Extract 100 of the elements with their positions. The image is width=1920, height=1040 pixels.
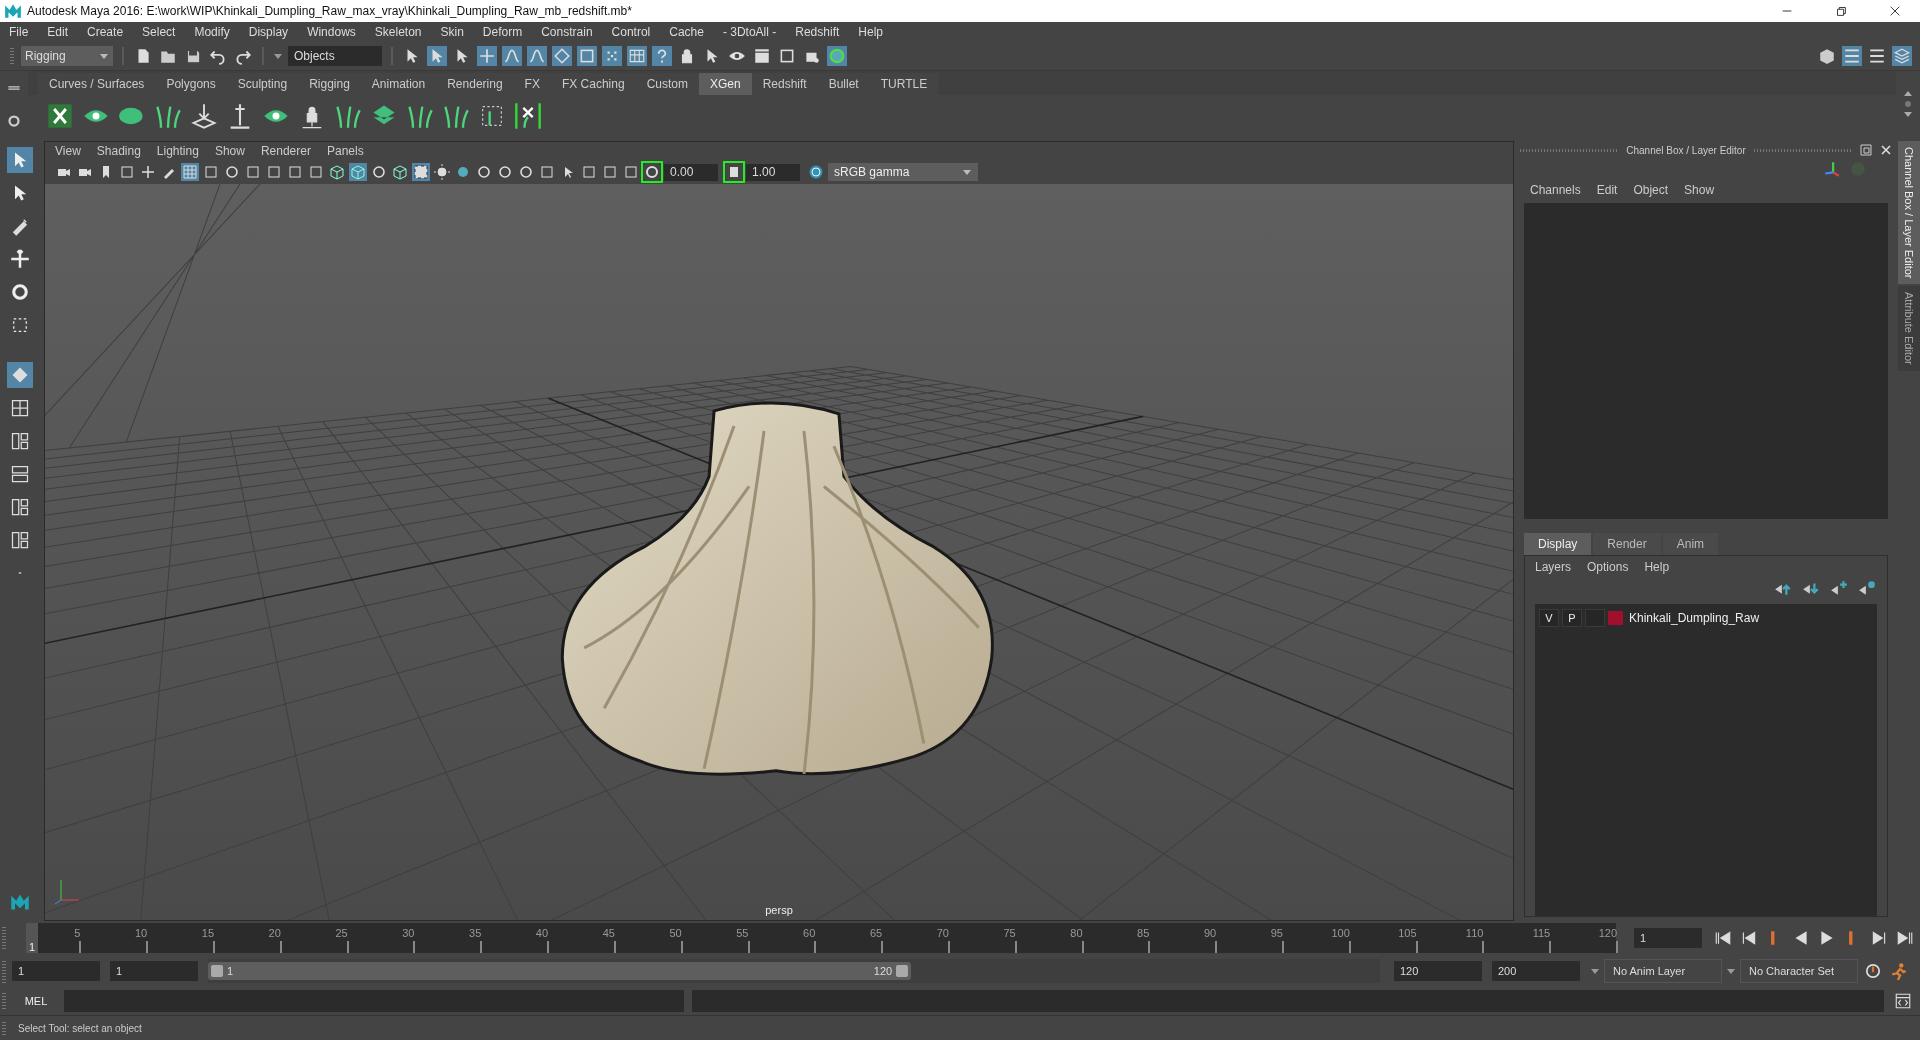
menu-item[interactable]: Cache [669,25,704,39]
caret-icon[interactable] [1726,966,1736,976]
range-slider-track[interactable]: 1 120 [208,959,1380,983]
tool-settings-icon[interactable] [1867,46,1887,66]
menu-item[interactable]: Skin [440,25,464,39]
motion-blur-icon[interactable] [496,163,514,181]
xgen-logo-icon[interactable] [46,102,74,130]
depth-of-field-icon[interactable] [538,163,556,181]
shelf-tab[interactable]: Curves / Surfaces [38,73,156,95]
shelf-tab[interactable]: Polygons [155,73,227,95]
selection-mode-field[interactable]: Objects [288,46,382,66]
shelf-tab[interactable]: Bullet [817,73,870,95]
shelf-tab[interactable]: XGen [698,73,752,95]
layer-menu-item[interactable]: Layers [1535,560,1572,574]
snap-view-icon[interactable] [552,46,572,66]
textured-icon[interactable] [370,163,388,181]
snap-point-icon[interactable] [527,46,547,66]
menu-item[interactable]: Create [87,25,124,39]
xray-active-icon[interactable] [601,163,619,181]
safe-action-icon[interactable] [286,163,304,181]
anim-layer-dropdown[interactable]: No Anim Layer [1604,959,1722,983]
viewport-menu-item[interactable]: Panels [326,144,364,158]
command-input-field[interactable] [64,990,684,1012]
menu-item[interactable]: Windows [307,25,356,39]
start-frame-field[interactable]: 1 [12,961,100,981]
command-language-label[interactable]: MEL [16,995,56,1007]
ambient-occlusion-icon[interactable] [475,163,493,181]
menu-item[interactable]: Skeleton [374,25,422,39]
shelf-tab[interactable]: FX [513,73,551,95]
layer-menu-item[interactable]: Help [1644,560,1670,574]
caret-icon[interactable] [99,51,109,61]
history-icon[interactable] [627,46,647,66]
side-tab[interactable]: Attribute Editor [1898,286,1920,372]
select-object-icon[interactable] [427,46,447,66]
layer-editor-tab[interactable]: Display [1524,533,1592,555]
character-set-dropdown[interactable]: No Character Set [1740,959,1858,983]
close-icon[interactable] [1888,4,1902,18]
shelf-tab[interactable]: Rendering [436,73,514,95]
attribute-editor-icon[interactable] [1842,46,1862,66]
shelf-tab[interactable]: Custom [635,73,699,95]
move-camera-icon[interactable] [139,163,157,181]
channel-box-menu-item[interactable]: Show [1684,183,1715,197]
caret-icon[interactable] [1590,966,1600,976]
close-icon[interactable] [1880,144,1892,156]
playback-start-field[interactable]: 1 [110,961,198,981]
script-editor-icon[interactable] [1894,992,1912,1010]
single-view-layout-icon[interactable] [7,362,33,388]
menu-item[interactable]: - 3DtoAll - [722,25,777,39]
select-tool-icon[interactable] [7,147,33,173]
caret-icon[interactable] [962,167,972,177]
wireframe-on-shaded-icon[interactable] [391,163,409,181]
anti-aliasing-icon[interactable] [517,163,535,181]
range-slider-bar[interactable] [208,962,912,980]
shelf-tab[interactable]: Redshift [751,73,818,95]
end-frame-field[interactable]: 200 [1492,961,1580,981]
shelf-tab[interactable]: Animation [360,73,437,95]
shelf-tab[interactable]: Sculpting [226,73,299,95]
layer-menu-item[interactable]: Options [1587,560,1629,574]
step-forward-key-icon[interactable] [1870,929,1888,947]
layer-editor-tab[interactable]: Render [1593,533,1661,555]
snap-curve-icon[interactable] [502,46,522,66]
axis-manipulator-icon[interactable] [1822,159,1842,179]
lights-icon[interactable] [433,163,451,181]
exposure-icon[interactable] [643,163,661,181]
playback-toggle[interactable]: P [1562,609,1582,627]
layer-color-swatch[interactable] [1608,611,1623,625]
menu-item[interactable]: Edit [47,25,69,39]
xray-joints-icon[interactable] [580,163,598,181]
gate-mask-icon[interactable] [244,163,262,181]
viewport-menu-item[interactable]: View [55,144,81,158]
gamma-field[interactable]: 1.00 [746,163,800,181]
color-space-dropdown[interactable]: sRGB gamma [828,163,978,181]
channel-box-menu-item[interactable]: Edit [1596,183,1618,197]
help-icon[interactable] [652,46,672,66]
color-management-icon[interactable] [807,163,825,181]
menu-item[interactable]: Constrain [541,25,593,39]
delete-guide-icon[interactable] [514,102,542,130]
shelf-tab[interactable]: TURTLE [869,73,939,95]
playback-end-field[interactable]: 120 [1394,961,1482,981]
film-gate-icon[interactable] [202,163,220,181]
auto-key-icon[interactable] [1864,962,1882,980]
gamma-icon[interactable] [725,163,743,181]
channel-box-menu-item[interactable]: Object [1633,183,1669,197]
current-frame-field[interactable]: 1 [1634,928,1702,948]
safe-title-icon[interactable] [307,163,325,181]
viewport-menu-item[interactable]: Lighting [156,144,199,158]
image-plane-icon[interactable] [118,163,136,181]
shelf-tab[interactable]: FX Caching [550,73,636,95]
menu-item[interactable]: Display [248,25,289,39]
menu-item[interactable]: Modify [194,25,230,39]
place-guide-icon[interactable] [190,102,218,130]
layer-name[interactable]: Khinkali_Dumpling_Raw [1629,611,1760,625]
snap-surface-icon[interactable] [577,46,597,66]
time-slider[interactable]: 5 10 15 20 25 30 35 40 45 50 55 60 65 70 75 80 85 90 95 100 105 110 115 120 1 [26,923,1616,953]
go-to-start-icon[interactable] [1714,929,1732,947]
menu-item[interactable]: Deform [482,25,523,39]
running-figure-icon[interactable] [1890,962,1908,980]
menu-item[interactable]: Redshift [795,25,840,39]
exposure-field[interactable]: 0.00 [664,163,718,181]
mode-dropdown[interactable]: Rigging [21,46,113,66]
